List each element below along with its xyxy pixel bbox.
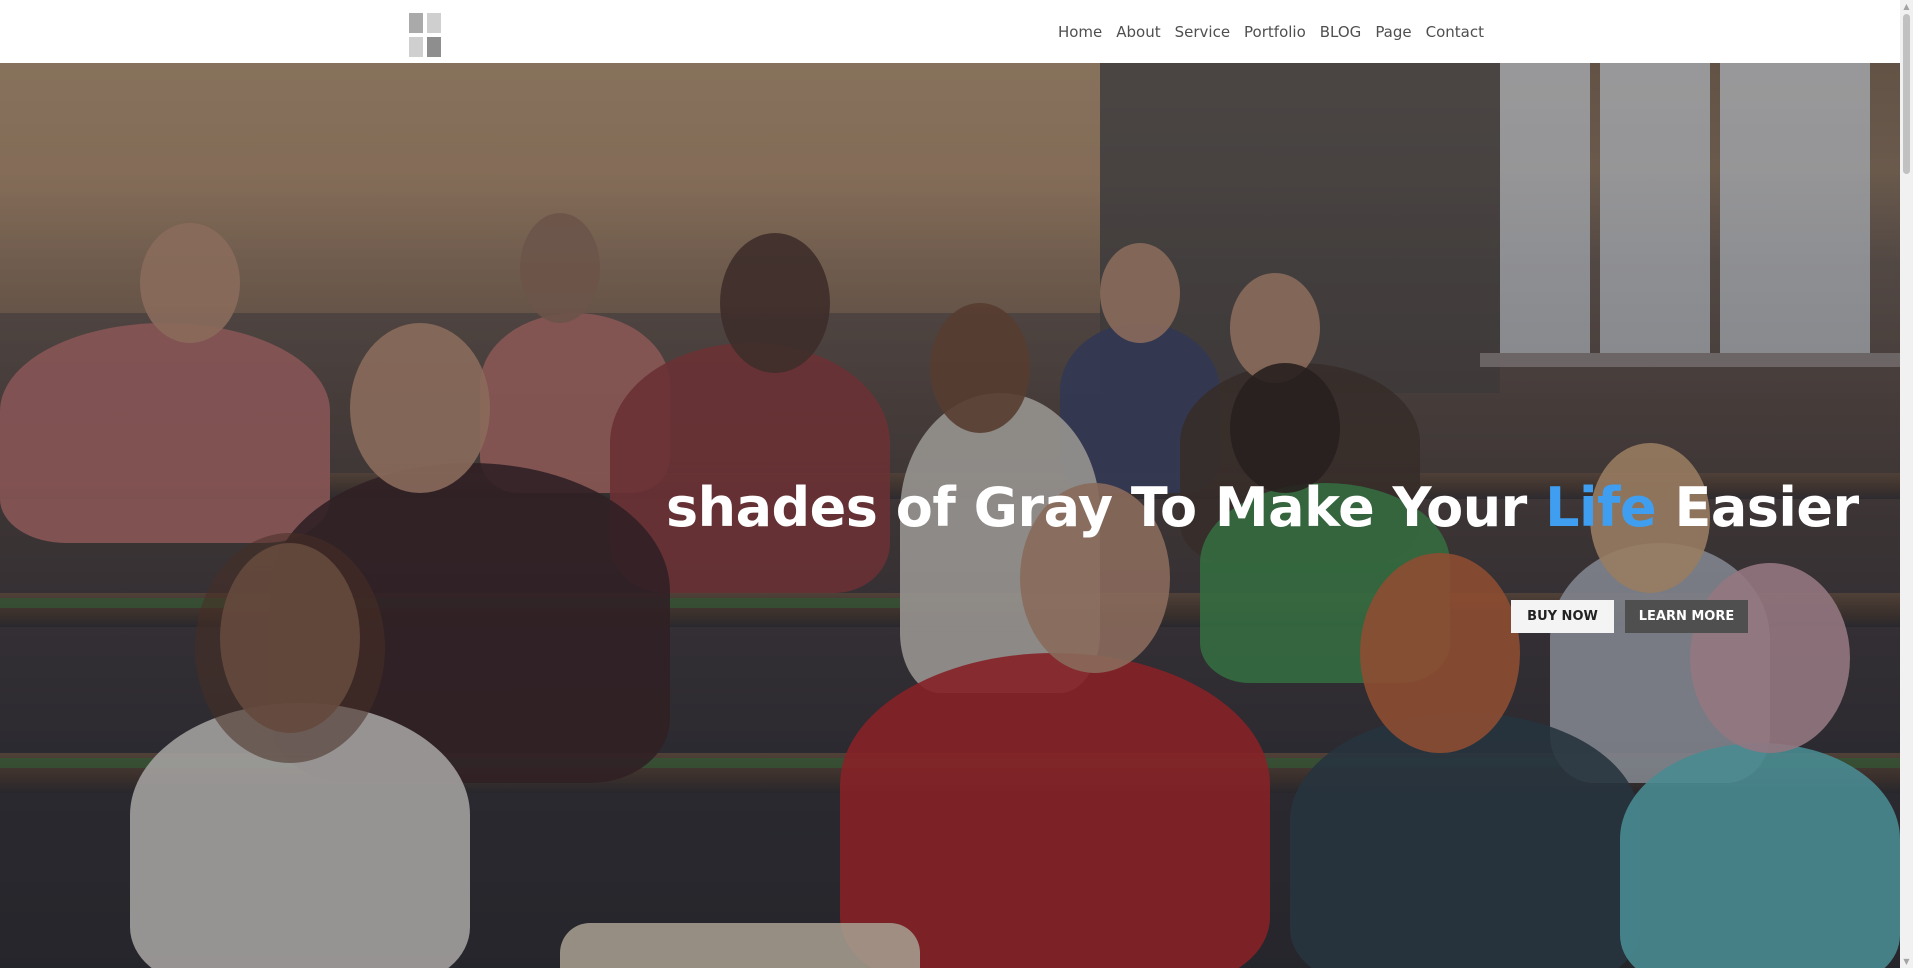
hero-headline: shades of Gray To Make Your Life Easier <box>666 473 1859 543</box>
scroll-down-icon[interactable]: ▼ <box>1900 955 1913 968</box>
nav-service[interactable]: Service <box>1168 20 1237 44</box>
buy-now-button[interactable]: BUY NOW <box>1511 600 1614 633</box>
scroll-thumb[interactable] <box>1903 14 1910 174</box>
hero-headline-part2: Easier <box>1656 476 1859 540</box>
logo-tile <box>409 13 423 33</box>
main-nav: Home About Service Portfolio BLOG Page C… <box>1051 20 1491 44</box>
nav-about[interactable]: About <box>1109 20 1167 44</box>
hero-headline-accent: Life <box>1545 476 1657 540</box>
hero-headline-part1: shades of Gray To Make Your <box>666 476 1546 540</box>
learn-more-button[interactable]: LEARN MORE <box>1625 600 1748 633</box>
site-header: Home About Service Portfolio BLOG Page C… <box>0 0 1900 63</box>
nav-portfolio[interactable]: Portfolio <box>1237 20 1313 44</box>
scroll-up-icon[interactable]: ▲ <box>1900 0 1913 13</box>
logo-tile <box>427 13 441 33</box>
logo-tile <box>427 37 441 57</box>
nav-page[interactable]: Page <box>1368 20 1418 44</box>
nav-blog[interactable]: BLOG <box>1313 20 1369 44</box>
nav-home[interactable]: Home <box>1051 20 1109 44</box>
logo-tile <box>409 37 423 57</box>
grid-logo-icon[interactable] <box>409 13 442 57</box>
page-scrollbar[interactable]: ▲ ▼ <box>1900 0 1913 968</box>
nav-contact[interactable]: Contact <box>1419 20 1491 44</box>
